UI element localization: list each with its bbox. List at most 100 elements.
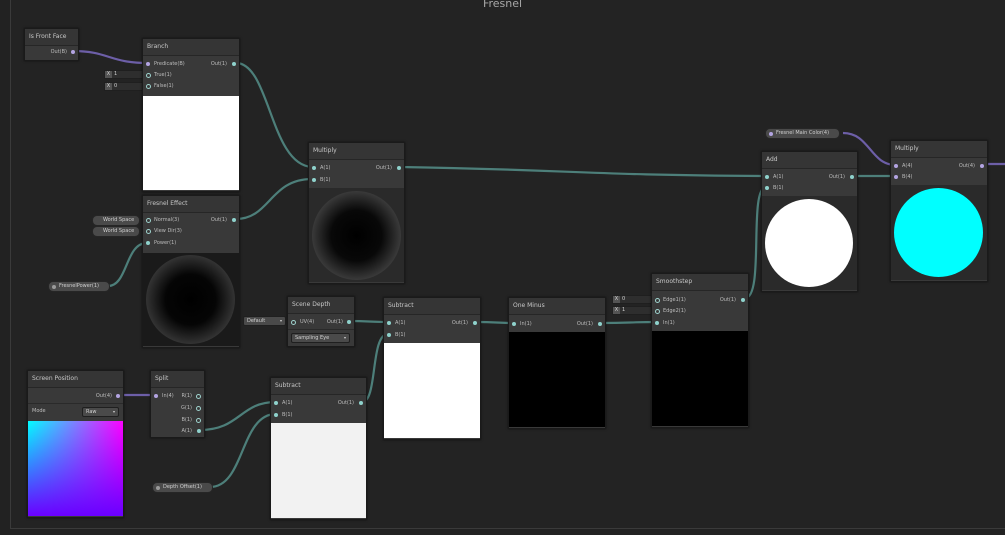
dropdown-value: Raw bbox=[86, 409, 97, 415]
port-label: UV(4) bbox=[300, 319, 315, 325]
divider bbox=[288, 329, 354, 330]
port-label: In(1) bbox=[663, 320, 675, 326]
field-value: 1 bbox=[622, 307, 626, 313]
input-port-dot[interactable] bbox=[312, 178, 316, 182]
node-title: Add bbox=[762, 152, 857, 169]
port-label: Out(1) bbox=[210, 61, 227, 67]
viewdir-space-chip[interactable]: World Space bbox=[92, 226, 141, 237]
port-label: Out(1) bbox=[451, 320, 468, 326]
fresnel-effect-node[interactable]: Fresnel Effect Normal(3) View Dir(3) Pow… bbox=[142, 195, 240, 348]
add-node[interactable]: Add A(1) B(1) Out(1) bbox=[761, 151, 858, 292]
property-dot bbox=[156, 485, 160, 490]
input-port-dot[interactable] bbox=[387, 321, 391, 325]
true-value-field[interactable]: X1 bbox=[104, 70, 144, 79]
sampling-mode-dropdown[interactable]: Sampling Eye ▾ bbox=[291, 333, 350, 343]
mode-dropdown[interactable]: Raw ▾ bbox=[82, 407, 119, 417]
node-title: Subtract bbox=[384, 298, 480, 315]
fresnel-main-color-property[interactable]: Fresnel Main Color(4) bbox=[765, 128, 841, 139]
port-label: True(1) bbox=[154, 72, 172, 78]
node-preview bbox=[143, 253, 239, 346]
output-port-dot[interactable] bbox=[196, 394, 201, 399]
input-port-dot[interactable] bbox=[274, 413, 278, 417]
property-label: Fresnel Main Color(4) bbox=[776, 130, 830, 136]
input-port-dot[interactable] bbox=[387, 333, 391, 337]
axis-label: X bbox=[105, 83, 112, 90]
port-label: Edge1(1) bbox=[663, 297, 686, 303]
scene-depth-uv-dropdown[interactable]: Default ▾ bbox=[243, 316, 286, 326]
output-port-dot[interactable] bbox=[473, 321, 477, 325]
input-port-dot[interactable] bbox=[146, 229, 151, 234]
input-port-dot[interactable] bbox=[312, 166, 316, 170]
multiply-color-node[interactable]: Multiply A(4) B(4) Out(4) bbox=[890, 140, 988, 282]
port-label: Out(1) bbox=[828, 174, 845, 180]
input-port-dot[interactable] bbox=[655, 309, 660, 314]
input-port-dot[interactable] bbox=[765, 186, 769, 190]
chip-label: World Space bbox=[103, 228, 135, 234]
output-port-dot[interactable] bbox=[359, 401, 363, 405]
output-port-dot[interactable] bbox=[116, 394, 120, 398]
output-port-dot[interactable] bbox=[196, 406, 201, 411]
port-label: Predicate(B) bbox=[154, 61, 185, 67]
input-port-dot[interactable] bbox=[274, 401, 278, 405]
input-port-dot[interactable] bbox=[146, 218, 151, 223]
input-port-dot[interactable] bbox=[146, 241, 150, 245]
smoothstep-node[interactable]: Smoothstep Edge1(1) Edge2(1) In(1) Out(1… bbox=[651, 273, 749, 428]
output-port-dot[interactable] bbox=[196, 418, 201, 423]
output-port-dot[interactable] bbox=[232, 62, 236, 66]
node-title: Scene Depth bbox=[288, 297, 354, 314]
input-port-dot[interactable] bbox=[894, 175, 898, 179]
input-port-dot[interactable] bbox=[154, 394, 158, 398]
input-port-dot[interactable] bbox=[146, 62, 150, 66]
is-front-face-node[interactable]: Is Front Face Out(B) bbox=[24, 28, 79, 61]
node-title: Branch bbox=[143, 39, 239, 56]
node-title: Split bbox=[151, 371, 204, 388]
output-port-dot[interactable] bbox=[347, 320, 351, 324]
depth-offset-property[interactable]: Depth Offset(1) bbox=[152, 482, 213, 493]
input-port-dot[interactable] bbox=[894, 164, 898, 168]
graph-canvas[interactable]: Fresnel Is Front Face Out(B) X 1 X 0 Bra… bbox=[0, 0, 1005, 535]
output-port-dot[interactable] bbox=[741, 298, 745, 302]
multiply-node[interactable]: Multiply A(1) B(1) Out(1) bbox=[308, 142, 405, 284]
output-port-dot[interactable] bbox=[232, 218, 236, 222]
branch-node[interactable]: Branch Predicate(B) True(1) False(1) Out… bbox=[142, 38, 240, 192]
node-preview bbox=[652, 331, 748, 426]
subtract-node[interactable]: Subtract A(1) B(1) Out(1) bbox=[383, 297, 481, 440]
edge1-value-field[interactable]: X0 bbox=[612, 295, 652, 304]
fresnel-power-property[interactable]: FresnelPower(1) bbox=[48, 281, 110, 292]
one-minus-node[interactable]: One Minus In(1) Out(1) bbox=[508, 297, 606, 429]
input-port-dot[interactable] bbox=[765, 175, 769, 179]
output-port-dot[interactable] bbox=[850, 175, 854, 179]
output-port-dot[interactable] bbox=[598, 322, 602, 326]
input-port-dot[interactable] bbox=[655, 298, 660, 303]
port-label: A(4) bbox=[902, 163, 913, 169]
subtract-node-depth[interactable]: Subtract A(1) B(1) Out(1) bbox=[270, 377, 367, 520]
split-node[interactable]: Split In(4) R(1) G(1) B(1) A(1) bbox=[150, 370, 205, 438]
port-label: Out(4) bbox=[95, 393, 112, 399]
output-port-dot[interactable] bbox=[397, 166, 401, 170]
input-port-dot[interactable] bbox=[512, 322, 516, 326]
input-port-dot[interactable] bbox=[655, 321, 659, 325]
normal-space-chip[interactable]: World Space bbox=[92, 215, 141, 226]
port-label: Power(1) bbox=[154, 240, 177, 246]
input-port-dot[interactable] bbox=[146, 73, 151, 78]
input-port-dot[interactable] bbox=[291, 320, 296, 325]
port-label: Out(1) bbox=[210, 217, 227, 223]
node-title: Smoothstep bbox=[652, 274, 748, 291]
input-port-dot[interactable] bbox=[146, 84, 151, 89]
false-value-field[interactable]: X0 bbox=[104, 82, 144, 91]
output-port-dot[interactable] bbox=[71, 50, 75, 54]
node-preview bbox=[143, 96, 239, 190]
port-label: Out(1) bbox=[337, 400, 354, 406]
node-title: Multiply bbox=[891, 141, 987, 158]
output-port-dot[interactable] bbox=[980, 164, 984, 168]
port-label: View Dir(3) bbox=[154, 228, 182, 234]
scene-depth-node[interactable]: Scene Depth UV(4) Out(1) Sampling Eye ▾ bbox=[287, 296, 355, 347]
screen-position-node[interactable]: Screen Position Out(4) Mode Raw ▾ bbox=[27, 370, 124, 518]
property-label: Depth Offset(1) bbox=[163, 484, 202, 490]
axis-label: X bbox=[105, 71, 112, 78]
divider bbox=[28, 403, 123, 404]
edge2-value-field[interactable]: X1 bbox=[612, 306, 652, 315]
chevron-down-icon: ▾ bbox=[343, 335, 346, 340]
output-port-dot[interactable] bbox=[197, 429, 201, 433]
port-label: B(1) bbox=[282, 412, 293, 418]
